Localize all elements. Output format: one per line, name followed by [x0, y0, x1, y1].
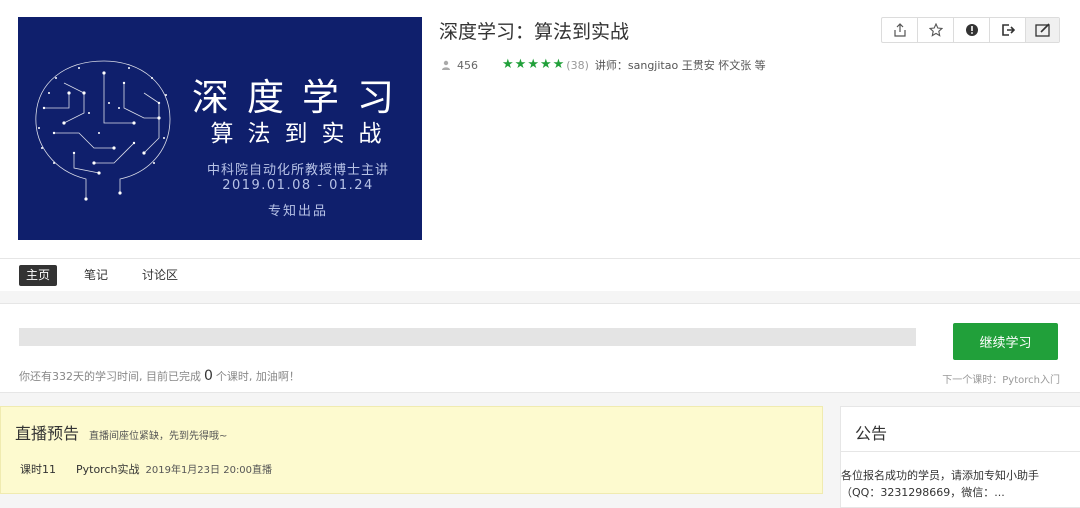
- lesson-time: 2019年1月23日 20:00直播: [145, 465, 273, 476]
- next-lesson-link[interactable]: 下一个课时：Pytorch入门: [942, 371, 1060, 386]
- course-toolbar: [881, 17, 1060, 43]
- completed-count: 0: [204, 368, 213, 384]
- continue-learning-button[interactable]: 继续学习: [953, 323, 1058, 360]
- lesson-number: 课时11: [20, 463, 56, 476]
- info-icon[interactable]: [954, 18, 990, 42]
- live-preview-card: 直播预告 直播间座位紧缺，先到先得哦~ 课时11 Pytorch实战 2019年…: [0, 406, 823, 494]
- share-icon[interactable]: [882, 18, 918, 42]
- rating-star-icon: ★: [514, 57, 527, 72]
- notice-body[interactable]: 各位报名成功的学员，请添加专知小助手 （QQ：3231298669，微信：...: [841, 467, 1071, 501]
- progress-section: 你还有332天的学习时间, 目前已完成 0 个课时, 加油啊！ 继续学习 下一个课时…: [0, 303, 1080, 393]
- student-count: 456: [457, 58, 478, 72]
- notice-line-2: （QQ：3231298669，微信：...: [841, 486, 1005, 499]
- live-header: 直播预告 直播间座位紧缺，先到先得哦~: [15, 420, 227, 444]
- progress-text: 你还有332天的学习时间, 目前已完成 0 个课时, 加油啊！: [19, 368, 300, 384]
- rating-star-icon: ★: [539, 57, 552, 72]
- tab-home[interactable]: 主页: [19, 264, 58, 286]
- teacher-list: 讲师：sangjitao 王贯安 怀文张 等: [594, 59, 766, 72]
- exit-icon[interactable]: [990, 18, 1026, 42]
- rating-count[interactable]: (38): [566, 59, 589, 72]
- edit-icon[interactable]: [1026, 18, 1059, 42]
- course-tabs: 主页 笔记 讨论区: [0, 258, 1080, 291]
- course-cover-image[interactable]: 深度学习 算法到实战 中科院自动化所教授博士主讲 2019.01.08 - 01…: [18, 17, 422, 240]
- notice-card: 公告 各位报名成功的学员，请添加专知小助手 （QQ：3231298669，微信：…: [840, 406, 1080, 508]
- rating-stars: ★ ★ ★ ★ ★: [502, 57, 565, 72]
- brain-circuit-graphic: [35, 60, 171, 201]
- rating-star-icon: ★: [527, 57, 539, 72]
- cover-publisher-line: 专知出品: [267, 204, 328, 219]
- rating-star-icon: ★: [502, 57, 514, 72]
- live-lesson-row[interactable]: 课时11 Pytorch实战 2019年1月23日 20:00直播: [20, 461, 272, 477]
- course-header: 深度学习 算法到实战 中科院自动化所教授博士主讲 2019.01.08 - 01…: [0, 0, 1080, 291]
- cover-title: 深度学习: [192, 76, 412, 119]
- cover-instructor-line: 中科院自动化所教授博士主讲: [206, 163, 389, 178]
- progress-text-after: 个课时, 加油啊！: [215, 370, 300, 383]
- rating-star-icon: ★: [552, 57, 565, 72]
- notice-title: 公告: [855, 424, 888, 443]
- progress-text-before: 你还有332天的学习时间, 目前已完成: [19, 370, 201, 383]
- course-meta: 456 ★ ★ ★ ★ ★ (38) 讲师：sangjitao 王贯安 怀文张 等: [441, 57, 766, 73]
- notice-divider: [841, 451, 1080, 452]
- lesson-name[interactable]: Pytorch实战: [76, 461, 140, 477]
- course-title: 深度学习：算法到实战: [439, 21, 630, 43]
- user-icon: [442, 60, 450, 70]
- tab-notes[interactable]: 笔记: [77, 265, 115, 286]
- progress-bar: [19, 328, 916, 346]
- live-title: 直播预告: [15, 424, 80, 443]
- notice-line-1: 各位报名成功的学员，请添加专知小助手: [841, 469, 1039, 482]
- live-note: 直播间座位紧缺，先到先得哦~: [89, 431, 228, 442]
- cover-subtitle: 算法到实战: [210, 121, 396, 147]
- tab-discussion[interactable]: 讨论区: [135, 265, 185, 286]
- cover-date-line: 2019.01.08 - 01.24: [222, 178, 374, 193]
- star-icon[interactable]: [918, 18, 954, 42]
